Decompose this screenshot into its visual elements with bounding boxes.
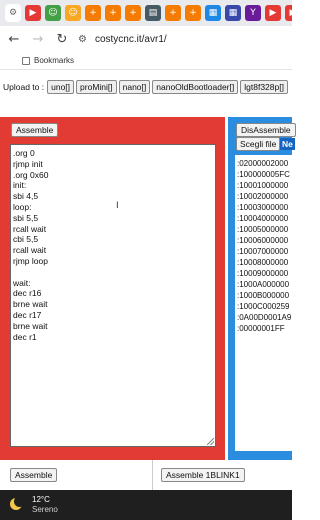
resize-grip-icon[interactable] [207,438,214,445]
weather-widget[interactable]: 12°C Sereno [32,495,58,515]
emoji-icon[interactable]: ☺ [45,5,61,21]
folder-icon [22,56,30,65]
code-line: rjmp loop [13,255,48,266]
browser-tab-strip: ⚙▶☺☺+++▤++▦▦Y▶▶▶ [0,0,292,26]
plus-icon[interactable]: + [185,5,201,21]
site-info-icon[interactable]: ⚙ [78,34,87,45]
code-line: dec r16 [13,288,42,299]
disassemble-button[interactable]: DisAssemble [236,123,296,137]
text-cursor-icon: I [116,201,119,211]
bookmarks-bar: Bookmarks [0,52,292,70]
hex-output-textarea[interactable]: :02000002000 :100000005FC :10001000000 :100… [235,155,292,451]
code-line: .org 0 [13,148,35,158]
bookmarks-link[interactable]: Bookmarks [34,56,74,65]
choose-file-button[interactable]: Scegli file [236,137,281,151]
forward-arrow-icon[interactable]: → [30,32,46,47]
code-line: cbi 5,5 [13,234,39,245]
yahoo-icon[interactable]: Y [245,5,261,21]
code-line: dec r17 [13,309,42,320]
code-line: sbi 4,5 [13,191,39,202]
gear-icon[interactable]: ⚙ [5,4,21,22]
code-line: rjmp init [13,158,43,169]
code-line: brne wait [13,299,48,310]
code-line: rcall wait [13,223,47,234]
hex-line: :0A00D0001A9 [237,313,292,322]
hex-line: :10004000000 [237,214,289,223]
disassembler-panel: DisAssemble Scegli file Ne :02000002000:… [228,117,296,460]
hex-line: :10005000000 [237,225,289,234]
code-line: rcall wait [13,245,47,256]
hex-line: :10008000000 [237,258,289,267]
hex-line: :10006000000 [237,236,289,245]
youtube-icon[interactable]: ▶ [285,5,292,21]
plus-icon[interactable]: + [85,5,101,21]
upload-label: Upload to : [3,82,45,92]
hex-line: :10009000000 [237,269,289,278]
youtube-icon[interactable]: ▶ [25,5,41,21]
youtube-icon[interactable]: ▶ [265,5,281,21]
plus-icon[interactable]: + [125,5,141,21]
url-text[interactable]: costycnc.it/avr1/ [95,34,167,45]
grid-icon[interactable]: ▦ [205,5,221,21]
source-code-textarea[interactable]: .org 0 rjmp init .org 0x60 init: sbi 4,5 loop… [10,144,216,447]
emoji-icon[interactable]: ☺ [65,5,81,21]
weather-temperature: 12°C [32,495,50,504]
grid-icon[interactable]: ▦ [225,5,241,21]
code-line: dec r1 [13,331,37,342]
weather-condition: Sereno [32,505,58,514]
assembler-panel: Assemble .org 0 rjmp init .org 0x60 init: sb… [0,117,225,460]
upload-promini-button[interactable]: proMini[] [76,80,117,94]
taskbar: 12°C Sereno [0,490,292,520]
upload-nano-button[interactable]: nano[] [118,80,151,94]
divider [152,460,153,490]
hex-line: :1000A000000 [237,280,290,289]
moon-icon[interactable] [10,496,25,512]
file-status-chip: Ne [280,138,295,150]
back-arrow-icon[interactable]: ← [6,32,22,47]
plus-icon[interactable]: + [105,5,121,21]
hex-line: :10002000000 [237,192,289,201]
upload-row: Upload to : uno[] proMini[] nano[] nanoO… [3,80,292,94]
hex-line: :1000C000259 [237,302,290,311]
code-line: brne wait [13,320,48,331]
address-bar: ← → ↻ ⚙ costycnc.it/avr1/ [0,26,292,52]
upload-lgt8f328p-button[interactable]: lgt8f328p[] [240,80,288,94]
code-line: sbi 5,5 [13,212,39,223]
assemble-button[interactable]: Assemble [11,123,59,137]
hex-line: :10001000000 [237,181,289,190]
hex-line: :00000001FF [237,324,285,333]
hex-line: :10003000000 [237,203,289,212]
code-line: init: [13,180,27,191]
plus-icon[interactable]: + [165,5,181,21]
page-content: Upload to : uno[] proMini[] nano[] nanoO… [0,70,296,490]
assemble-bottom-button[interactable]: Assemble [10,468,58,482]
assemble-blink-button[interactable]: Assemble 1BLINK1 [161,468,245,482]
hex-line: :02000002000 [237,159,289,168]
upload-nano-old-bootloader-button[interactable]: nanoOldBootloader[] [152,80,239,94]
image-icon[interactable]: ▤ [145,5,161,21]
reload-icon[interactable]: ↻ [54,32,70,47]
code-line: loop: [13,201,32,212]
code-line: .org 0x60 [13,169,49,180]
upload-uno-button[interactable]: uno[] [47,80,75,94]
hex-line: :10007000000 [237,247,289,256]
hex-line: :1000B000000 [237,291,290,300]
hex-line: :100000005FC [237,170,290,179]
code-line: wait: [13,277,31,288]
